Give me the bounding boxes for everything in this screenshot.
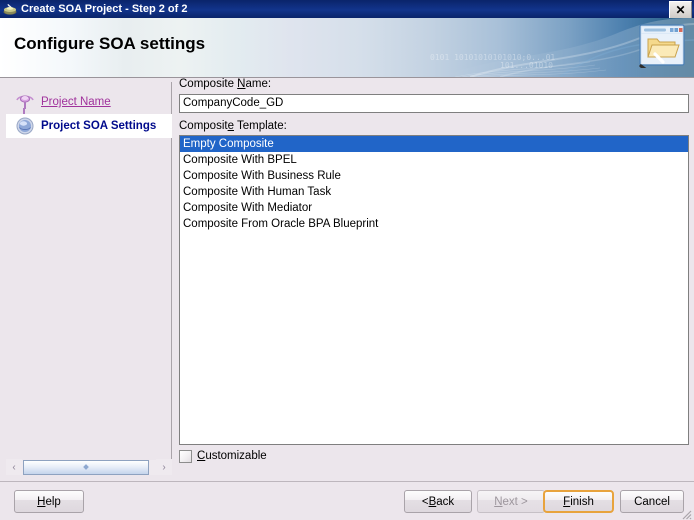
scrollbar-thumb[interactable] [23,459,149,475]
dialog-footer: Help < Back Next > Finish Cancel [0,481,694,520]
dialog-body: Project Name Project SOA Settings ‹ › Co… [0,78,694,481]
finish-label-post: inish [570,495,594,508]
composite-name-input[interactable] [179,93,689,113]
list-item[interactable]: Composite With Human Task [180,184,688,200]
step-list: Project Name Project SOA Settings [6,90,172,138]
cancel-label-post: Cancel [634,495,670,508]
next-label-accel: N [494,495,503,508]
cancel-button[interactable]: Cancel [620,490,684,513]
list-item[interactable]: Composite With Business Rule [180,168,688,184]
node-icon [14,91,36,113]
list-item[interactable]: Composite With Mediator [180,200,688,216]
help-label-post: elp [45,495,61,508]
header-banner: 0101 10101010101010;0...01 101...01010 C… [0,18,694,77]
scroll-right-arrow-icon[interactable]: › [156,459,172,475]
sidebar-item-label: Project Name [41,96,111,108]
next-button: Next > [477,490,545,513]
composite-name-label-post: ame: [245,78,272,90]
composite-template-label-post: Template: [233,119,287,132]
finish-label-accel: F [563,495,571,508]
back-label-pre: < [421,495,429,508]
sphere-icon [14,115,36,137]
finish-button[interactable]: Finish [543,490,614,513]
customizable-row[interactable]: Customizable [179,449,689,463]
soa-project-icon [2,1,18,17]
list-item[interactable]: Empty Composite [180,135,688,152]
folder-window-wand-icon [639,24,685,77]
composite-template-listbox[interactable]: Empty Composite Composite With BPEL Comp… [179,134,689,445]
window-title: Create SOA Project - Step 2 of 2 [21,3,188,15]
page-title: Configure SOA settings [14,34,206,53]
back-label-accel: B [428,495,437,508]
sidebar-item-label: Project SOA Settings [41,120,157,132]
customizable-checkbox[interactable] [179,449,192,463]
title-bar: Create SOA Project - Step 2 of 2 ✕ [0,0,694,19]
composite-name-label-pre: Composite [179,78,238,90]
composite-template-label: Composite Template: [179,120,689,132]
create-soa-project-dialog: Create SOA Project - Step 2 of 2 ✕ 0101 … [0,0,694,520]
composite-name-label: Composite Name: [179,78,689,90]
settings-pane: Composite Name: Composite Template: Empt… [179,78,689,463]
wizard-step-sidebar: Project Name Project SOA Settings [6,82,172,470]
scroll-left-arrow-icon[interactable]: ‹ [6,459,22,475]
list-item[interactable]: Composite From Oracle BPA Blueprint [180,216,688,232]
sidebar-item-project-soa-settings[interactable]: Project SOA Settings [6,114,172,138]
next-label-post: ext > [502,495,528,508]
close-icon[interactable]: ✕ [669,1,692,19]
resize-grip-icon[interactable] [680,507,692,520]
help-label-accel: H [37,495,46,508]
scrollbar-track[interactable] [22,459,156,475]
list-item[interactable]: Composite With BPEL [180,152,688,168]
sidebar-horizontal-scrollbar[interactable]: ‹ › [6,459,172,475]
customizable-label-post: ustomizable [205,450,267,462]
help-button[interactable]: Help [14,490,84,513]
customizable-label: Customizable [197,450,267,462]
back-button[interactable]: < Back [404,490,472,513]
back-label-post: ack [436,495,455,508]
sidebar-item-project-name[interactable]: Project Name [6,90,172,122]
composite-template-label-pre: Composit [179,119,228,132]
